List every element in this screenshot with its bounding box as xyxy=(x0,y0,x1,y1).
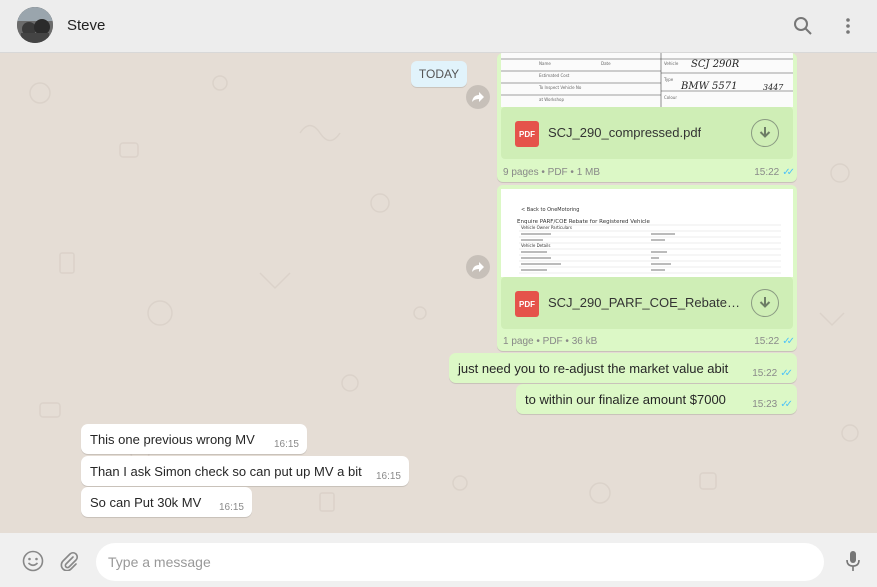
read-ticks-icon: ✓✓ xyxy=(782,336,795,347)
svg-text:Name: Name xyxy=(539,61,551,66)
document-file-row[interactable]: PDF SCJ_290_compressed.pdf xyxy=(501,107,793,159)
pdf-icon: PDF xyxy=(515,291,539,317)
message-text: just need you to re-adjust the market va… xyxy=(458,361,729,376)
emoji-icon[interactable] xyxy=(20,548,46,574)
preview-text: Vehicle Details xyxy=(521,243,550,248)
menu-icon[interactable] xyxy=(836,14,860,38)
message-text: So can Put 30k MV xyxy=(90,495,202,510)
document-file-name[interactable]: SCJ_290_PARF_COE_Rebate_Enq... xyxy=(548,295,740,310)
download-icon[interactable] xyxy=(751,289,779,317)
search-icon[interactable] xyxy=(791,14,815,38)
message-time: 16:15 xyxy=(375,471,401,482)
forward-icon[interactable] xyxy=(466,255,490,279)
message-composer xyxy=(0,533,877,587)
read-ticks-icon: ✓✓ xyxy=(780,399,793,410)
document-message[interactable]: < Back to OneMotoring Enquire PARF/COE R… xyxy=(497,185,797,351)
svg-text:at Workshop: at Workshop xyxy=(539,97,564,102)
message-text: to within our finalize amount $7000 xyxy=(525,392,726,407)
read-ticks-icon: ✓✓ xyxy=(782,167,795,178)
contact-avatar[interactable] xyxy=(17,7,53,43)
document-file-row[interactable]: PDF SCJ_290_PARF_COE_Rebate_Enq... xyxy=(501,277,793,329)
incoming-message[interactable]: This one previous wrong MV 16:15 xyxy=(81,424,307,454)
preview-handwriting: 3447 xyxy=(763,83,784,92)
preview-text: Vehicle Owner Particulars xyxy=(521,225,572,230)
message-time: 16:15 xyxy=(218,502,244,513)
svg-text:To Inspect Vehicle No: To Inspect Vehicle No xyxy=(538,85,582,90)
date-divider: TODAY xyxy=(411,61,467,87)
conversation-panel[interactable]: TODAY Name Date Estimated Cost To Inspec… xyxy=(0,53,877,533)
message-text: Than I ask Simon check so can put up MV … xyxy=(90,464,362,479)
message-time: 15:22 ✓✓ xyxy=(754,167,795,178)
download-icon[interactable] xyxy=(751,119,779,147)
attach-icon[interactable] xyxy=(56,548,82,574)
message-time: 15:22 ✓✓ xyxy=(754,336,795,347)
svg-text:Type: Type xyxy=(663,77,674,82)
message-input[interactable] xyxy=(96,543,824,581)
document-file-name[interactable]: SCJ_290_compressed.pdf xyxy=(548,125,701,140)
message-time: 15:23 ✓✓ xyxy=(752,399,793,410)
document-meta: 1 page • PDF • 36 kB xyxy=(503,336,598,347)
svg-text:Vehicle: Vehicle xyxy=(664,61,679,66)
read-ticks-icon: ✓✓ xyxy=(780,368,793,379)
contact-name[interactable]: Steve xyxy=(67,17,105,34)
forward-icon[interactable] xyxy=(466,85,490,109)
preview-text: < Back to OneMotoring xyxy=(521,207,579,213)
svg-text:Date: Date xyxy=(601,61,611,66)
document-message[interactable]: Name Date Estimated Cost To Inspect Vehicl… xyxy=(497,53,797,182)
svg-text:Colour: Colour xyxy=(664,95,677,100)
chat-header: Steve xyxy=(0,0,877,53)
svg-text:Estimated Cost: Estimated Cost xyxy=(539,73,570,78)
preview-handwriting: SCJ 290R xyxy=(691,59,740,70)
incoming-message[interactable]: So can Put 30k MV 16:15 xyxy=(81,487,252,517)
message-time: 15:22 ✓✓ xyxy=(752,368,793,379)
message-time: 16:15 xyxy=(273,439,299,450)
microphone-icon[interactable] xyxy=(840,548,866,574)
preview-handwriting: BMW 5571 xyxy=(680,81,738,92)
outgoing-message[interactable]: just need you to re-adjust the market va… xyxy=(449,353,797,383)
outgoing-message[interactable]: to within our finalize amount $7000 15:2… xyxy=(516,384,797,414)
document-preview[interactable]: < Back to OneMotoring Enquire PARF/COE R… xyxy=(501,189,793,277)
message-text: This one previous wrong MV xyxy=(90,432,255,447)
document-preview[interactable]: Name Date Estimated Cost To Inspect Vehicl… xyxy=(501,53,793,107)
pdf-icon: PDF xyxy=(515,121,539,147)
incoming-message[interactable]: Than I ask Simon check so can put up MV … xyxy=(81,456,409,486)
document-meta: 9 pages • PDF • 1 MB xyxy=(503,167,601,178)
